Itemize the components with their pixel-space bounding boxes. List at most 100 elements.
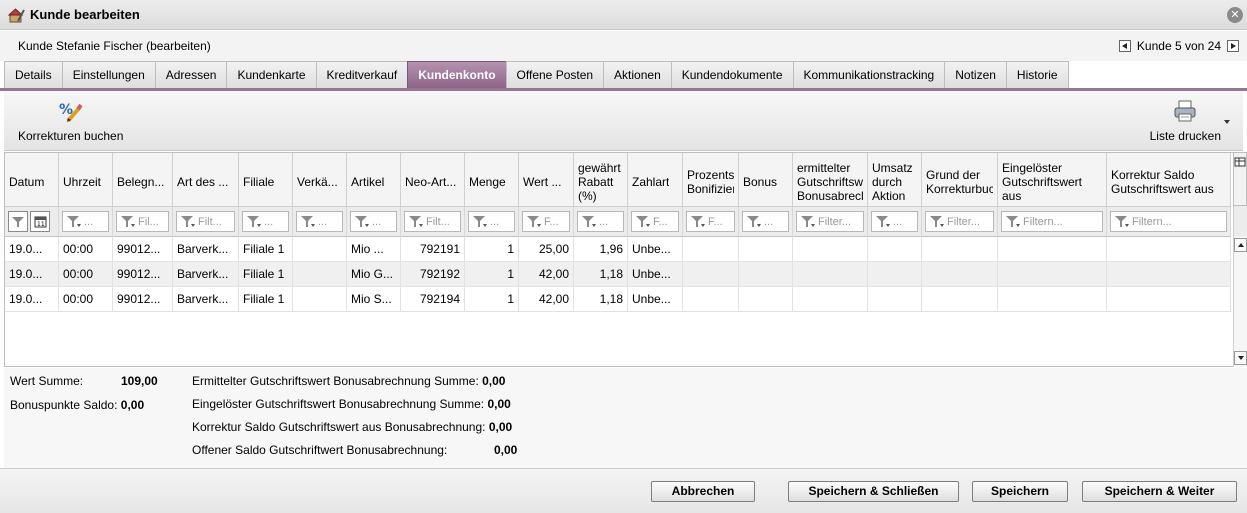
filter-input[interactable]: Fil... (116, 211, 169, 232)
filter-icon (801, 216, 815, 227)
cell-grund-korrektur (922, 237, 998, 262)
cell-zahlart: Unbe... (628, 287, 683, 312)
grid-vertical-scrollbar[interactable] (1233, 236, 1247, 367)
cell-artikel: Mio ... (347, 237, 401, 262)
tab-kundenkarte[interactable]: Kundenkarte (226, 61, 317, 88)
cell-art: Barverk... (173, 262, 239, 287)
column-header[interactable]: Eingelöster Gutschriftswert aus (998, 153, 1107, 207)
column-header[interactable]: Uhrzeit (59, 153, 113, 207)
eingeloester-summe: Eingelöster Gutschriftswert Bonusabrechn… (192, 397, 511, 411)
cell-rabatt: 1,96 (574, 237, 628, 262)
cell-korrektur-saldo (1107, 262, 1231, 287)
filter-input[interactable]: Filter... (925, 211, 994, 232)
print-options-dropdown-icon[interactable] (1224, 120, 1230, 124)
cell-wert: 42,00 (519, 287, 574, 312)
tab-einstellungen[interactable]: Einstellungen (61, 61, 156, 88)
filter-input[interactable]: Filt... (404, 211, 461, 232)
tab-kommunikationstracking[interactable]: Kommunikationstracking (792, 61, 946, 88)
filter-input[interactable]: ... (350, 211, 397, 232)
filter-input[interactable]: ... (871, 211, 918, 232)
cell-umsatz-aktion (868, 262, 922, 287)
column-header[interactable]: Bonus (739, 153, 793, 207)
cell-bonus (739, 262, 793, 287)
cell-neo-artikel: 792194 (401, 287, 465, 312)
close-icon[interactable]: ✕ (1227, 7, 1243, 23)
scroll-up-icon[interactable] (1234, 238, 1247, 252)
cell-umsatz-aktion (868, 287, 922, 312)
previous-record-button[interactable] (1118, 40, 1131, 52)
table-row[interactable]: 19.0... 00:00 99012... Barverk... Filial… (5, 237, 1231, 262)
column-header[interactable]: Prozents Bonifizier (683, 153, 739, 207)
calendar-icon[interactable]: 11 (30, 211, 50, 232)
filter-icon (181, 216, 195, 227)
tab-historie[interactable]: Historie (1005, 61, 1069, 88)
filter-icon (1115, 216, 1129, 227)
filter-menu-icon[interactable] (8, 211, 28, 232)
filter-input[interactable]: Filtern... (1110, 211, 1227, 232)
filter-input[interactable]: F... (631, 211, 679, 232)
speichern-schliessen-button[interactable]: Speichern & Schließen (788, 481, 959, 502)
wert-summe-value-wrap: 109,00 (121, 374, 158, 388)
column-header[interactable]: Artikel (347, 153, 401, 207)
filter-input[interactable]: ... (296, 211, 343, 232)
tab-details[interactable]: Details (4, 61, 63, 88)
filter-input[interactable]: ... (62, 211, 109, 232)
tab-aktionen[interactable]: Aktionen (603, 61, 672, 88)
cell-neo-artikel: 792191 (401, 237, 465, 262)
filter-input[interactable]: ... (468, 211, 515, 232)
filter-cell: Filt... (173, 207, 239, 237)
cell-verkaeufer (293, 287, 347, 312)
cell-datum: 19.0... (5, 262, 59, 287)
filter-input[interactable]: Filt... (176, 211, 235, 232)
tab-adressen[interactable]: Adressen (154, 61, 228, 88)
filter-input[interactable]: F... (522, 211, 570, 232)
column-header[interactable]: Neo-Art... (401, 153, 465, 207)
column-header[interactable]: Verkä... (293, 153, 347, 207)
filter-input[interactable]: F... (686, 211, 735, 232)
filter-input[interactable]: Filter... (796, 211, 864, 232)
cell-verkaeufer (293, 237, 347, 262)
tab-kundendokumente[interactable]: Kundendokumente (670, 61, 794, 88)
speichern-weiter-button[interactable]: Speichern & Weiter (1082, 481, 1237, 502)
filter-cell: ... (293, 207, 347, 237)
column-header[interactable]: Korrektur Saldo Gutschriftswert aus (1107, 153, 1231, 207)
table-row[interactable]: 19.0... 00:00 99012... Barverk... Filial… (5, 287, 1231, 312)
filter-input[interactable]: ... (577, 211, 624, 232)
column-header[interactable]: Filiale (239, 153, 293, 207)
cell-belegnummer: 99012... (113, 237, 173, 262)
column-header[interactable]: Belegn... (113, 153, 173, 207)
tab-bar: Details Einstellungen Adressen Kundenkar… (4, 61, 1069, 88)
wert-summe-value: 109,00 (121, 374, 158, 388)
column-header[interactable]: Grund der Korrekturbuc (922, 153, 998, 207)
liste-drucken-button[interactable]: Liste drucken (1150, 99, 1221, 143)
filter-input[interactable]: Filtern... (1001, 211, 1103, 232)
ermittelter-value: 0,00 (482, 374, 506, 388)
column-header[interactable]: Wert ... (519, 153, 574, 207)
column-header[interactable]: Zahlart (628, 153, 683, 207)
column-header[interactable]: Umsatz durch Aktion (868, 153, 922, 207)
scroll-down-icon[interactable] (1234, 351, 1247, 365)
abbrechen-button[interactable]: Abbrechen (651, 481, 755, 502)
tab-kundenkonto[interactable]: Kundenkonto (407, 61, 507, 88)
speichern-button[interactable]: Speichern (972, 481, 1068, 502)
column-header[interactable]: Menge (465, 153, 519, 207)
cell-rabatt: 1,18 (574, 287, 628, 312)
korrekturen-buchen-button[interactable]: % Korrekturen buchen (18, 99, 123, 143)
column-chooser-icon[interactable] (1233, 152, 1247, 206)
column-header[interactable]: Datum (5, 153, 59, 207)
column-header[interactable]: Art des ... (173, 153, 239, 207)
tab-notizen[interactable]: Notizen (944, 61, 1007, 88)
column-header[interactable]: gewährt Rabatt (%) (574, 153, 628, 207)
tab-kreditverkauf[interactable]: Kreditverkauf (315, 61, 409, 88)
filter-input[interactable]: ... (242, 211, 289, 232)
filter-input[interactable]: ... (742, 211, 789, 232)
record-position: Kunde 5 von 24 (1136, 39, 1221, 53)
next-record-button[interactable] (1227, 40, 1239, 52)
column-header[interactable]: ermittelter Gutschriftsw Bonusabrech (793, 153, 868, 207)
filter-cell: ... (347, 207, 401, 237)
cell-verkaeufer (293, 262, 347, 287)
tab-offene-posten[interactable]: Offene Posten (505, 61, 605, 88)
bonuspunkte-saldo: Bonuspunkte Saldo: 0,00 (10, 398, 144, 412)
korrektur-value: 0,00 (488, 420, 513, 434)
table-row[interactable]: 19.0... 00:00 99012... Barverk... Filial… (5, 262, 1231, 287)
